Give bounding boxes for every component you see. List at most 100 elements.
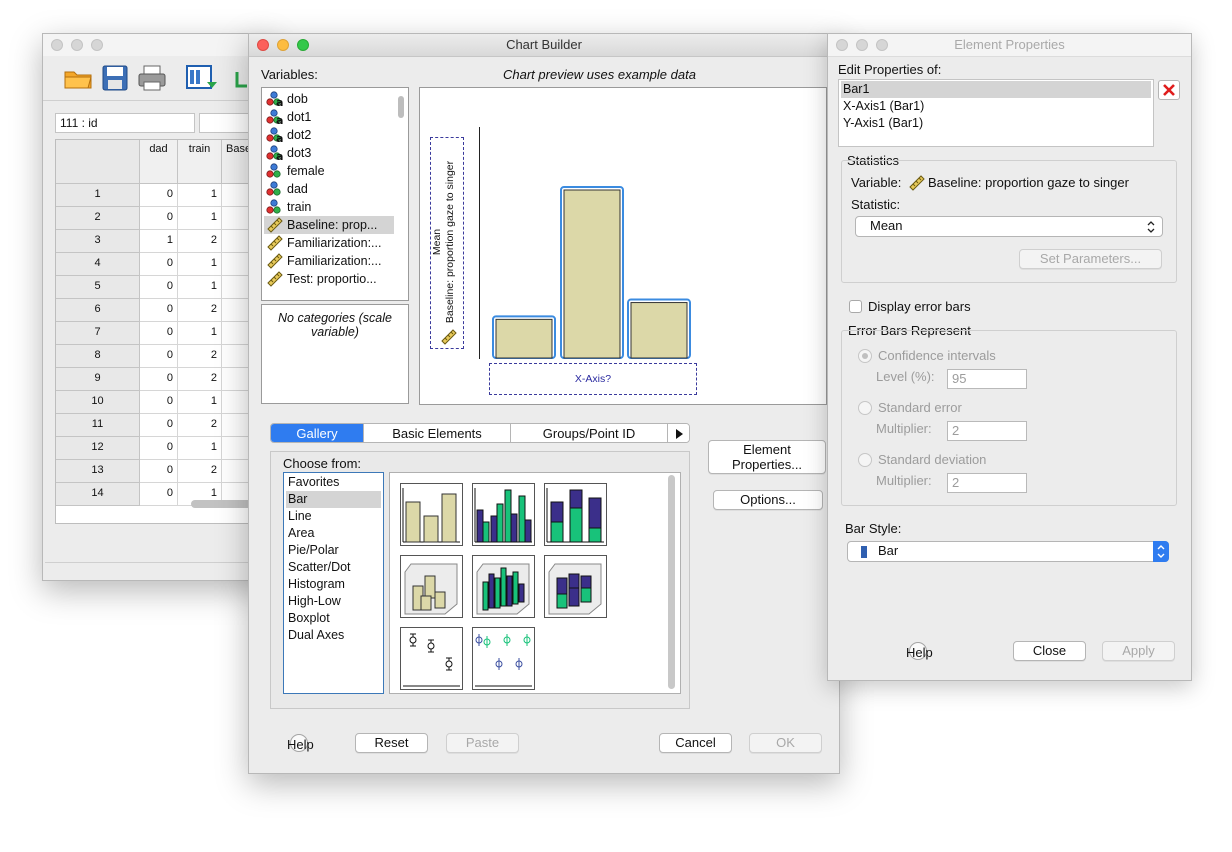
standard-deviation-radio[interactable] (858, 453, 872, 467)
row-number[interactable]: 4 (56, 253, 140, 276)
row-number[interactable]: 3 (56, 230, 140, 253)
variable-item[interactable]: train (266, 198, 311, 216)
options-button[interactable]: Options... (713, 490, 823, 510)
table-cell-train[interactable]: 2 (178, 368, 222, 391)
table-cell-train[interactable]: 1 (178, 276, 222, 299)
table-cell-dad[interactable]: 0 (140, 391, 178, 414)
gallery-3d-clustered-bar[interactable] (472, 555, 535, 618)
chart-builder-titlebar[interactable]: Chart Builder (249, 34, 839, 57)
chart-type-list[interactable]: Favorites Bar Line Area Pie/Polar Scatter/Dot… (283, 472, 384, 694)
table-cell-train[interactable]: 2 (178, 299, 222, 322)
table-cell-dad[interactable]: 0 (140, 184, 178, 207)
variable-item[interactable]: a dob (266, 90, 308, 109)
table-cell-dad[interactable]: 0 (140, 276, 178, 299)
confidence-intervals-radio[interactable] (858, 349, 872, 363)
table-cell-train[interactable]: 1 (178, 322, 222, 345)
variable-item[interactable]: Test: proportio... (266, 270, 377, 288)
chart-type-item[interactable]: Scatter/Dot (286, 559, 381, 576)
grid-corner[interactable] (56, 140, 140, 184)
gallery-simple-error-bar[interactable] (400, 627, 463, 690)
variable-item[interactable]: Baseline: prop... (264, 216, 394, 234)
cancel-button[interactable]: Cancel (659, 733, 732, 753)
chart-type-item[interactable]: Pie/Polar (286, 542, 381, 559)
row-number[interactable]: 10 (56, 391, 140, 414)
table-cell-dad[interactable]: 0 (140, 437, 178, 460)
minimize-window-button[interactable] (277, 39, 289, 51)
close-window-button[interactable] (836, 39, 848, 51)
variable-list[interactable]: a dob a dot1 a dot2 a dot3 female dad train Baselin… (261, 87, 409, 301)
element-item[interactable]: Bar1 (841, 81, 1151, 98)
row-number[interactable]: 11 (56, 414, 140, 437)
recall-dialog-icon[interactable] (185, 64, 217, 92)
data-editor-titlebar[interactable] (43, 34, 273, 57)
print-icon[interactable] (137, 64, 167, 92)
tab-groups-point-id[interactable]: Groups/Point ID (511, 424, 668, 442)
standard-error-radio[interactable] (858, 401, 872, 415)
table-cell-train[interactable]: 2 (178, 414, 222, 437)
minimize-window-button[interactable] (856, 39, 868, 51)
element-list[interactable]: Bar1 X-Axis1 (Bar1) Y-Axis1 (Bar1) (838, 79, 1154, 147)
variable-item[interactable]: dad (266, 180, 308, 198)
undo-icon[interactable] (235, 70, 249, 90)
row-number[interactable]: 12 (56, 437, 140, 460)
column-header-train[interactable]: train (178, 140, 222, 184)
variable-item[interactable]: a dot3 (266, 144, 311, 163)
gallery-clustered-bar[interactable] (472, 483, 535, 546)
reset-button[interactable]: Reset (355, 733, 428, 753)
table-cell-dad[interactable]: 0 (140, 368, 178, 391)
table-cell-dad[interactable]: 0 (140, 345, 178, 368)
variable-item[interactable]: a dot1 (266, 108, 311, 127)
row-number[interactable]: 6 (56, 299, 140, 322)
level-input[interactable]: 95 (947, 369, 1027, 389)
chart-type-item[interactable]: Line (286, 508, 381, 525)
zoom-window-button[interactable] (297, 39, 309, 51)
sd-multiplier-input[interactable]: 2 (947, 473, 1027, 493)
zoom-window-button[interactable] (876, 39, 888, 51)
table-cell-dad[interactable]: 0 (140, 483, 178, 506)
ok-button[interactable]: OK (749, 733, 822, 753)
gallery-clustered-error-bar[interactable] (472, 627, 535, 690)
chart-preview-canvas[interactable]: Mean Baseline: proportion gaze to singer… (419, 87, 827, 405)
bar-style-dropdown[interactable]: Bar (847, 541, 1169, 562)
row-number[interactable]: 7 (56, 322, 140, 345)
close-window-button[interactable] (51, 39, 63, 51)
table-cell-dad[interactable]: 0 (140, 322, 178, 345)
table-cell-dad[interactable]: 0 (140, 253, 178, 276)
row-number[interactable]: 1 (56, 184, 140, 207)
delete-element-button[interactable] (1158, 80, 1180, 100)
save-icon[interactable] (101, 64, 129, 92)
table-cell-dad[interactable]: 0 (140, 299, 178, 322)
row-number[interactable]: 8 (56, 345, 140, 368)
chart-type-item[interactable]: Bar (286, 491, 381, 508)
table-cell-train[interactable]: 2 (178, 460, 222, 483)
table-cell-train[interactable]: 1 (178, 184, 222, 207)
gallery-scrollbar[interactable] (668, 475, 675, 689)
tab-basic-elements[interactable]: Basic Elements (364, 424, 511, 442)
preview-bar[interactable] (630, 302, 688, 359)
row-number[interactable]: 2 (56, 207, 140, 230)
variable-item[interactable]: Familiarization:... (266, 252, 381, 270)
chart-type-item[interactable]: Boxplot (286, 610, 381, 627)
row-number[interactable]: 5 (56, 276, 140, 299)
preview-bar[interactable] (495, 318, 553, 359)
gallery-stacked-bar[interactable] (544, 483, 607, 546)
table-cell-dad[interactable]: 0 (140, 207, 178, 230)
row-number[interactable]: 14 (56, 483, 140, 506)
table-cell-train[interactable]: 2 (178, 230, 222, 253)
table-cell-train[interactable]: 2 (178, 345, 222, 368)
variable-item[interactable]: Familiarization:... (266, 234, 381, 252)
minimize-window-button[interactable] (71, 39, 83, 51)
zoom-window-button[interactable] (91, 39, 103, 51)
tab-scroll-right-icon[interactable] (668, 424, 689, 442)
column-header-dad[interactable]: dad (140, 140, 178, 184)
open-folder-icon[interactable] (63, 64, 93, 90)
y-axis-drop-zone[interactable]: Mean Baseline: proportion gaze to singer (430, 137, 464, 349)
table-cell-train[interactable]: 1 (178, 207, 222, 230)
gallery-3d-stacked-bar[interactable] (544, 555, 607, 618)
table-cell-train[interactable]: 1 (178, 391, 222, 414)
statistic-dropdown[interactable]: Mean (855, 216, 1163, 237)
element-properties-titlebar[interactable]: Element Properties (828, 34, 1191, 57)
close-window-button[interactable] (257, 39, 269, 51)
chart-type-item[interactable]: Histogram (286, 576, 381, 593)
display-error-bars-checkbox[interactable] (849, 300, 862, 313)
